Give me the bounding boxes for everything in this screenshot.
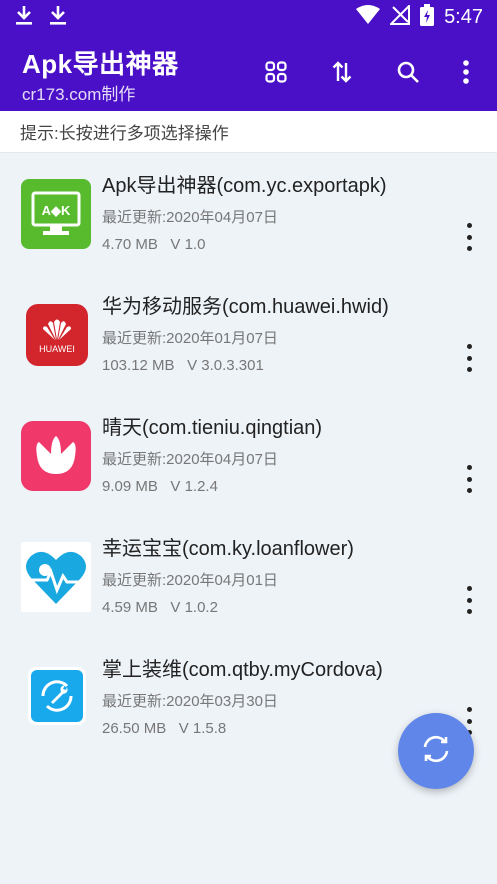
app-name: 晴天(com.tieniu.qingtian) bbox=[102, 417, 323, 439]
heart-pulse-app-icon bbox=[21, 542, 91, 612]
sort-icon bbox=[332, 61, 352, 87]
dot bbox=[466, 234, 472, 240]
app-subtitle: cr173.com制作 bbox=[22, 85, 136, 104]
app-version: V 1.0 bbox=[170, 236, 206, 253]
download-icon bbox=[14, 4, 34, 30]
app-name: 掌上装维(com.qtby.myCordova) bbox=[102, 659, 383, 681]
dot bbox=[466, 609, 472, 614]
wifi-icon bbox=[356, 5, 381, 29]
grid-view-button[interactable] bbox=[258, 56, 294, 92]
app-version: V 1.5.8 bbox=[178, 720, 227, 737]
item-more-button[interactable] bbox=[459, 223, 479, 251]
dot bbox=[466, 718, 472, 724]
battery-charging-icon bbox=[420, 4, 435, 30]
app-size: 103.12 MB bbox=[102, 357, 175, 374]
item-more-button[interactable] bbox=[459, 586, 479, 614]
dot bbox=[466, 707, 472, 712]
app-meta: 26.50 MB V 1.5.8 bbox=[102, 720, 226, 737]
app-name: 华为移动服务(com.huawei.hwid) bbox=[102, 296, 389, 318]
app-version: V 3.0.3.301 bbox=[187, 357, 264, 374]
no-signal-icon bbox=[388, 3, 411, 29]
app-title: Apk导出神器 bbox=[22, 49, 179, 79]
hint-banner: 提示:长按进行多项选择操作 bbox=[0, 111, 497, 153]
app-meta: 103.12 MB V 3.0.3.301 bbox=[102, 357, 264, 374]
list-item[interactable]: 幸运宝宝(com.ky.loanflower) 最近更新:2020年04月01日… bbox=[0, 516, 497, 637]
list-item[interactable]: HUAWEI 华为移动服务(com.huawei.hwid) 最近更新:2020… bbox=[0, 274, 497, 395]
dot bbox=[466, 488, 472, 493]
app-update-date: 最近更新:2020年01月07日 bbox=[102, 330, 278, 347]
download-icon bbox=[48, 4, 68, 30]
app-name: 幸运宝宝(com.ky.loanflower) bbox=[102, 538, 354, 560]
sort-button[interactable] bbox=[324, 56, 360, 92]
app-update-date: 最近更新:2020年04月07日 bbox=[102, 209, 278, 226]
app-list: A◆K Apk导出神器(com.yc.exportapk) 最近更新:2020年… bbox=[0, 153, 497, 758]
refresh-fab-button[interactable] bbox=[398, 713, 474, 789]
item-more-button[interactable] bbox=[459, 465, 479, 493]
refresh-icon bbox=[419, 732, 453, 770]
dot bbox=[466, 344, 472, 349]
dot bbox=[466, 597, 472, 603]
dot bbox=[466, 465, 472, 470]
app-meta: 9.09 MB V 1.2.4 bbox=[102, 478, 218, 495]
grid-view-icon bbox=[265, 61, 287, 87]
huawei-app-icon: HUAWEI bbox=[26, 304, 88, 366]
app-update-date: 最近更新:2020年04月01日 bbox=[102, 572, 278, 589]
dot bbox=[466, 355, 472, 361]
app-version: V 1.0.2 bbox=[170, 599, 218, 616]
item-more-button[interactable] bbox=[459, 344, 479, 372]
more-vertical-icon bbox=[462, 60, 470, 88]
search-icon bbox=[396, 60, 420, 88]
app-size: 26.50 MB bbox=[102, 720, 167, 737]
list-item[interactable]: 晴天(com.tieniu.qingtian) 最近更新:2020年04月07日… bbox=[0, 395, 497, 516]
app-update-date: 最近更新:2020年03月30日 bbox=[102, 693, 278, 710]
app-meta: 4.70 MB V 1.0 bbox=[102, 236, 205, 253]
app-size: 4.59 MB bbox=[102, 599, 158, 616]
lotus-app-icon bbox=[21, 421, 91, 491]
dot bbox=[466, 246, 472, 251]
toolbar: Apk导出神器 cr173.com制作 bbox=[0, 34, 497, 111]
status-bar: 5:47 bbox=[0, 0, 497, 34]
app-bar: 5:47 Apk导出神器 cr173.com制作 bbox=[0, 0, 497, 111]
app-update-date: 最近更新:2020年04月07日 bbox=[102, 451, 278, 468]
dot bbox=[466, 223, 472, 228]
search-button[interactable] bbox=[390, 56, 426, 92]
clock: 5:47 bbox=[444, 5, 483, 28]
app-size: 4.70 MB bbox=[102, 236, 158, 253]
app-meta: 4.59 MB V 1.0.2 bbox=[102, 599, 218, 616]
app-name: Apk导出神器(com.yc.exportapk) bbox=[102, 175, 387, 197]
app-version: V 1.2.4 bbox=[170, 478, 218, 495]
dot bbox=[466, 367, 472, 372]
overflow-menu-button[interactable] bbox=[448, 56, 484, 92]
wrench-sync-app-icon bbox=[28, 667, 86, 725]
svg-text:A◆K: A◆K bbox=[42, 203, 71, 218]
apk-exporter-app-icon: A◆K bbox=[21, 179, 91, 249]
huawei-icon-label: HUAWEI bbox=[39, 344, 75, 354]
app-size: 9.09 MB bbox=[102, 478, 158, 495]
dot bbox=[466, 586, 472, 591]
list-item[interactable]: A◆K Apk导出神器(com.yc.exportapk) 最近更新:2020年… bbox=[0, 153, 497, 274]
dot bbox=[466, 476, 472, 482]
